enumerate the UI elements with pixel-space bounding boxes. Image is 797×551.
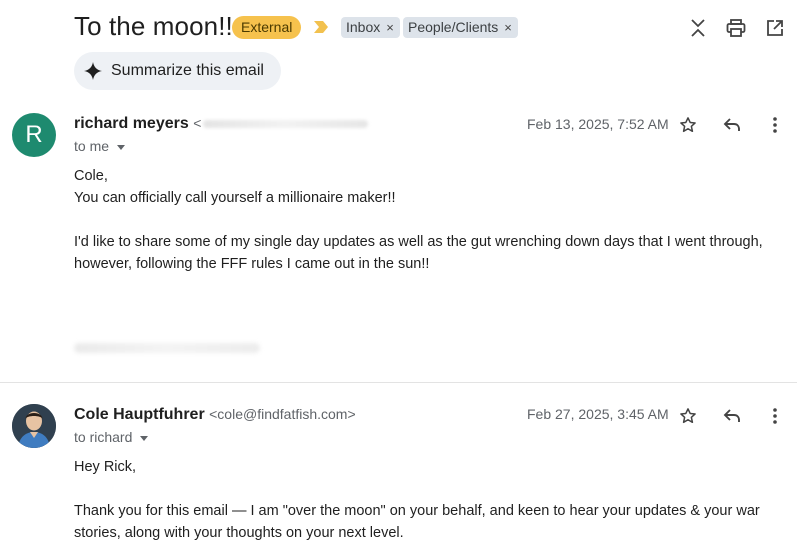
recipient-details-toggle[interactable]: to richard [74,429,149,445]
sender-email: < [193,115,202,131]
redacted-signature [74,343,260,353]
avatar[interactable] [12,404,56,448]
remove-label-icon[interactable]: × [504,17,512,38]
body-line: however, following the FFF rules I came … [74,256,430,272]
redacted-email [203,119,369,128]
remove-label-icon[interactable]: × [386,17,394,38]
message-date: Feb 13, 2025, 7:52 AM [527,116,669,132]
avatar[interactable]: R [12,113,56,157]
reply-icon[interactable] [721,114,743,136]
body-line: I'd like to share some of my single day … [74,234,763,250]
sender-name[interactable]: richard meyers < [74,115,369,133]
sender-email: <cole@findfatfish.com> [209,406,356,422]
body-line: Hey Rick, [74,459,137,475]
body-line: stories, along with your thoughts on you… [74,525,404,541]
chevron-down-icon [117,144,126,150]
sparkle-icon [84,62,102,80]
open-in-new-window-icon[interactable] [764,17,786,39]
message-date: Feb 27, 2025, 3:45 AM [527,406,669,422]
label-chip-name: People/Clients [408,19,499,35]
body-line: You can officially call yourself a milli… [74,190,396,206]
email-subject: To the moon!! [74,11,233,41]
star-icon[interactable] [677,405,699,427]
label-chip-inbox: Inbox × [341,17,400,38]
summarize-email-button[interactable]: Summarize this email [74,52,281,90]
message-divider [0,382,797,383]
sender-name[interactable]: Cole Hauptfuhrer <cole@findfatfish.com> [74,406,356,424]
more-options-icon[interactable] [764,114,786,136]
body-line [74,209,774,231]
profile-photo [12,404,56,448]
recipient-label: to me [74,138,110,154]
expand-collapse-icon[interactable] [687,17,709,39]
importance-marker-icon[interactable] [313,20,329,34]
chevron-down-icon [140,435,149,441]
message-body: Hey Rick, Thank you for this email — I a… [74,456,774,544]
print-icon[interactable] [725,17,747,39]
body-line: Thank you for this email — I am "over th… [74,503,760,519]
external-badge: External [232,16,302,39]
star-icon[interactable] [677,114,699,136]
message-body: Cole, You can officially call yourself a… [74,165,774,275]
more-options-icon[interactable] [764,405,786,427]
sender-name-text: Cole Hauptfuhrer [74,406,205,423]
summarize-label: Summarize this email [111,62,264,79]
recipient-details-toggle[interactable]: to me [74,138,126,154]
body-line: Cole, [74,168,108,184]
label-chip-name: Inbox [346,19,381,35]
recipient-label: to richard [74,429,133,445]
reply-icon[interactable] [721,405,743,427]
label-chip-people-clients: People/Clients × [403,17,518,38]
body-line [74,478,774,500]
sender-name-text: richard meyers [74,115,189,132]
